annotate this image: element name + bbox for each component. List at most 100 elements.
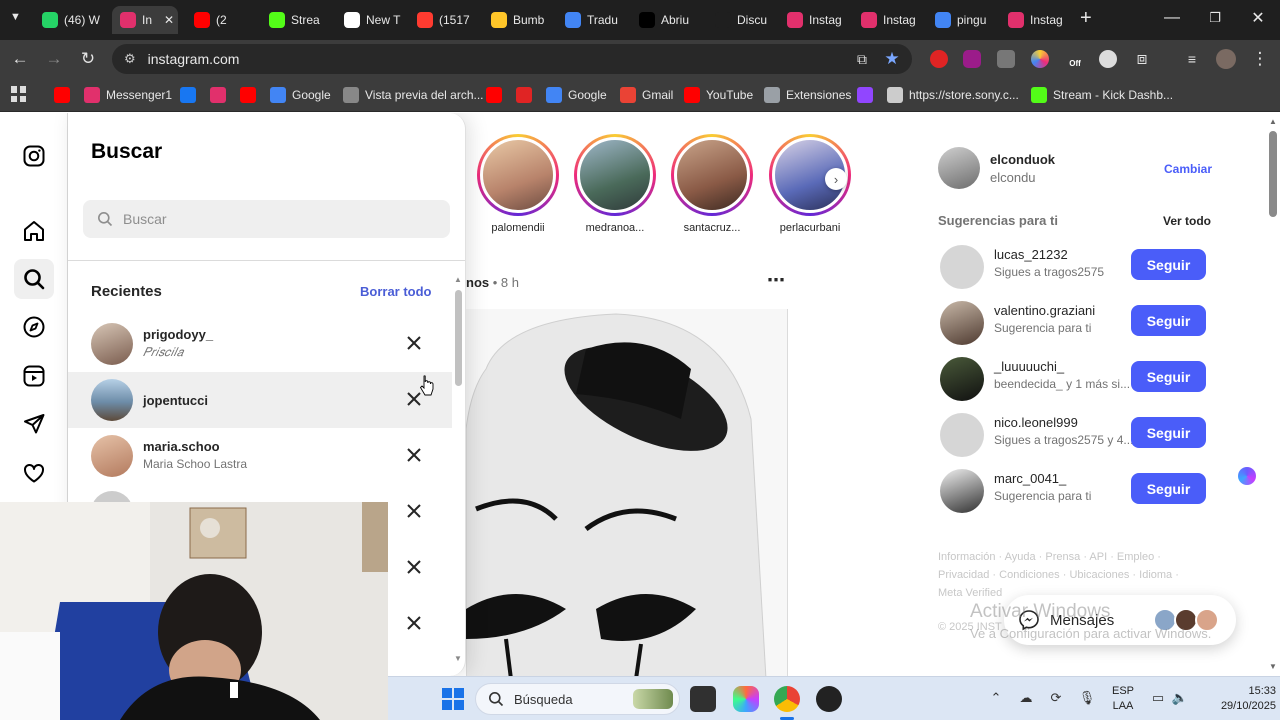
onedrive-icon[interactable]: ☁ [1017,689,1035,707]
suggestion-username[interactable]: lucas_21232 [994,247,1068,262]
post-image[interactable] [466,309,788,676]
extension-off-icon[interactable]: Off [1066,50,1084,68]
reload-icon[interactable]: ↻ [77,48,99,70]
site-settings-icon[interactable]: ⚙ [124,51,136,67]
panel-scrollbar-thumb[interactable] [455,290,462,386]
bookmark-item[interactable]: Extensiones [764,86,851,104]
recent-search-item[interactable]: maria.schoo Maria Schoo Lastra [68,428,452,484]
clear-all-button[interactable]: Borrar todo [360,284,432,299]
bookmark-item[interactable]: https://store.sony.c... [887,86,1019,104]
floating-ai-icon[interactable] [1238,467,1256,485]
footer-links[interactable]: Información · Ayuda · Prensa · API · Emp… [938,551,1161,563]
suggestion-username[interactable]: _luuuuuchi_ [994,359,1064,374]
remove-recent-icon[interactable] [404,557,424,577]
browser-tab[interactable]: (2 [186,6,258,34]
explore-compass-icon[interactable] [14,307,54,347]
search-nav-icon[interactable] [14,259,54,299]
apps-grid-icon[interactable] [11,86,27,102]
address-bar[interactable]: ⚙ instagram.com [112,44,912,74]
browser-tab[interactable]: pingu [927,6,999,34]
recent-search-item[interactable]: jopentucci [68,372,452,428]
browser-tab[interactable]: In ✕ [112,6,178,34]
bookmark-item[interactable] [54,86,70,104]
clock[interactable]: 15:33 29/10/2025 [1198,685,1276,712]
bookmark-item[interactable]: Google [546,86,607,104]
story-item[interactable]: santacruz... [671,134,753,234]
bookmark-item[interactable] [180,86,196,104]
account-username[interactable]: elconduok [990,152,1055,167]
copilot-icon[interactable] [733,686,759,712]
recent-search-item[interactable]: prigodoyy_ 𝑃𝑟𝑖𝑠𝑐𝑖𝑙𝑎 [68,316,452,372]
bookmark-item[interactable]: Messenger1 [84,86,172,104]
post-author[interactable]: nos [466,275,489,290]
suggestion-username[interactable]: nico.leonel999 [994,415,1078,430]
avatar[interactable] [940,469,984,513]
extension-grid-icon[interactable] [997,50,1015,68]
browser-tab[interactable]: Instag [853,6,925,34]
follow-button[interactable]: Seguir [1131,305,1206,336]
avatar[interactable] [940,245,984,289]
account-avatar[interactable] [938,147,980,189]
bookmark-item[interactable]: Stream - Kick Dashb... [1031,86,1173,104]
scroll-up-arrow-icon[interactable]: ▲ [454,275,462,284]
bookmark-item[interactable]: Vista previa del arch... [343,86,484,104]
follow-button[interactable]: Seguir [1131,417,1206,448]
restore-button[interactable]: ❐ [1193,0,1237,36]
see-all-link[interactable]: Ver todo [1163,214,1211,228]
language-indicator[interactable]: ESP LAA [1108,685,1138,712]
home-icon[interactable] [14,211,54,251]
reels-icon[interactable] [14,356,54,396]
page-scrollbar[interactable]: ▲ ▼ [1266,113,1280,676]
bookmark-item[interactable] [240,86,256,104]
browser-tab[interactable]: Instag [779,6,851,34]
volume-icon[interactable]: 🔈 [1171,689,1189,707]
follow-button[interactable]: Seguir [1131,473,1206,504]
browser-tab[interactable]: (1517 [409,6,481,34]
install-app-icon[interactable]: ⧉ [851,48,873,70]
minimize-button[interactable]: — [1150,0,1194,36]
bookmark-item[interactable]: YouTube [684,86,753,104]
app-taskbar-icon[interactable] [816,686,842,712]
avatar[interactable] [940,413,984,457]
tab-search-dropdown-icon[interactable]: ▼ [10,11,21,23]
extension-settings-icon[interactable] [1099,50,1117,68]
browser-tab[interactable]: Strea [261,6,333,34]
bookmark-item[interactable] [210,86,226,104]
close-window-button[interactable]: ✕ [1236,0,1280,36]
instagram-logo-icon[interactable] [14,136,54,176]
file-explorer-icon[interactable] [690,686,716,712]
scroll-down-arrow-icon[interactable]: ▼ [454,654,462,663]
stories-next-icon[interactable]: › [825,168,847,190]
extensions-puzzle-icon[interactable]: ⧈ [1131,48,1153,70]
browser-tab[interactable]: New T [336,6,408,34]
remove-recent-icon[interactable] [404,613,424,633]
footer-links[interactable]: Privacidad · Condiciones · Ubicaciones ·… [938,569,1179,581]
story-item[interactable]: palomendii [477,134,559,234]
suggestion-username[interactable]: marc_0041_ [994,471,1066,486]
windows-start-icon[interactable] [442,688,464,710]
switch-account-link[interactable]: Cambiar [1164,162,1212,176]
post-more-icon[interactable]: ⋯ [767,270,785,291]
tray-overflow-icon[interactable]: ⌃ [987,689,1005,707]
follow-button[interactable]: Seguir [1131,361,1206,392]
page-scroll-thumb[interactable] [1269,131,1277,217]
remove-recent-icon[interactable] [404,333,424,353]
sync-icon[interactable]: ⟳ [1047,689,1065,707]
close-tab-icon[interactable]: ✕ [164,13,174,27]
bookmark-item[interactable]: Google [270,86,331,104]
browser-tab[interactable]: Tradu [557,6,629,34]
extension-color-icon[interactable] [1031,50,1049,68]
bookmark-item[interactable] [486,86,502,104]
page-scroll-up-icon[interactable]: ▲ [1269,117,1277,126]
forward-icon[interactable]: → [43,48,65,70]
chrome-taskbar-icon[interactable] [774,686,800,712]
browser-tab[interactable]: Abriu [631,6,703,34]
new-tab-button[interactable]: + [1080,7,1092,30]
search-input[interactable]: Buscar [83,200,450,238]
network-icon[interactable]: ▭ [1149,689,1167,707]
messages-send-icon[interactable] [14,404,54,444]
microphone-icon[interactable]: 🎙 [1078,689,1096,707]
follow-button[interactable]: Seguir [1131,249,1206,280]
browser-tab[interactable]: Instag [1000,6,1072,34]
bookmark-star-icon[interactable]: ★ [881,48,903,70]
